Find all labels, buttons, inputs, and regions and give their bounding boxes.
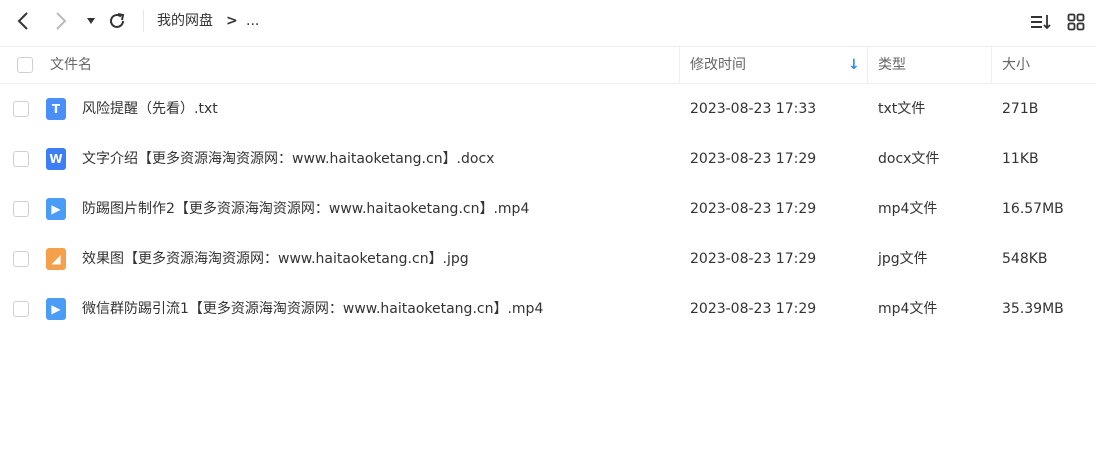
- grid-view-icon: [1067, 13, 1085, 31]
- table-row[interactable]: ◢ 效果图【更多资源海淘资源网：www.haitaoketang.cn】.jpg 2…: [0, 234, 1096, 284]
- file-name[interactable]: 效果图【更多资源海淘资源网：www.haitaoketang.cn】.jpg: [82, 234, 469, 284]
- column-divider: [679, 47, 680, 83]
- modified-time: 2023-08-23 17:29: [690, 151, 817, 167]
- file-type: mp4文件: [878, 201, 938, 217]
- column-divider: [991, 47, 992, 83]
- toolbar-divider: [143, 10, 144, 32]
- breadcrumb-root[interactable]: 我的网盘: [157, 10, 213, 32]
- file-type: jpg文件: [878, 251, 928, 267]
- caret-down-icon: [87, 18, 95, 24]
- column-header-modified[interactable]: 修改时间: [690, 47, 746, 83]
- modified-time: 2023-08-23 17:33: [690, 101, 817, 117]
- sort-list-icon: [1031, 15, 1051, 30]
- select-all-checkbox[interactable]: [17, 57, 33, 73]
- history-dropdown-button[interactable]: [84, 12, 98, 30]
- row-checkbox[interactable]: [13, 151, 29, 167]
- modified-time: 2023-08-23 17:29: [690, 201, 817, 217]
- table-row[interactable]: ▶ 防踢图片制作2【更多资源海淘资源网：www.haitaoketang.cn】.…: [0, 184, 1096, 234]
- txt-file-icon: T: [46, 98, 66, 120]
- forward-button[interactable]: [50, 10, 72, 32]
- row-checkbox[interactable]: [13, 201, 29, 217]
- modified-time: 2023-08-23 17:29: [690, 301, 817, 317]
- file-size: 548KB: [1002, 251, 1048, 267]
- refresh-button[interactable]: [106, 10, 128, 32]
- word-file-icon: W: [46, 148, 66, 170]
- toolbar: 我的网盘 > ...: [0, 0, 1096, 44]
- back-button[interactable]: [12, 10, 34, 32]
- refresh-icon: [110, 13, 125, 28]
- grid-view-button[interactable]: [1066, 12, 1086, 32]
- breadcrumb-ellipsis[interactable]: ...: [246, 10, 259, 32]
- file-name[interactable]: 防踢图片制作2【更多资源海淘资源网：www.haitaoketang.cn】.m…: [82, 184, 529, 234]
- sort-button[interactable]: [1030, 12, 1052, 32]
- image-file-icon: ◢: [46, 248, 66, 270]
- table-row[interactable]: ▶ 微信群防踢引流1【更多资源海淘资源网：www.haitaoketang.cn】…: [0, 284, 1096, 334]
- row-checkbox[interactable]: [13, 251, 29, 267]
- file-size: 11KB: [1002, 151, 1039, 167]
- file-size: 16.57MB: [1002, 201, 1064, 217]
- file-size: 35.39MB: [1002, 301, 1064, 317]
- breadcrumb-separator: >: [226, 13, 238, 29]
- column-divider: [867, 47, 868, 83]
- row-checkbox[interactable]: [13, 301, 29, 317]
- file-type: txt文件: [878, 101, 926, 117]
- column-header-size[interactable]: 大小: [1002, 47, 1030, 83]
- file-type: docx文件: [878, 151, 940, 167]
- column-header-type[interactable]: 类型: [878, 47, 906, 83]
- sort-indicator-icon: ↓: [848, 57, 860, 73]
- video-file-icon: ▶: [46, 198, 66, 220]
- table-row[interactable]: T 风险提醒（先看）.txt 2023-08-23 17:33 txt文件 271B: [0, 84, 1096, 134]
- file-size: 271B: [1002, 101, 1039, 117]
- table-header: 文件名 修改时间 ↓ 类型 大小: [0, 46, 1096, 84]
- file-type: mp4文件: [878, 301, 938, 317]
- row-checkbox[interactable]: [13, 101, 29, 117]
- table-row[interactable]: W 文字介绍【更多资源海淘资源网：www.haitaoketang.cn】.doc…: [0, 134, 1096, 184]
- file-name[interactable]: 文字介绍【更多资源海淘资源网：www.haitaoketang.cn】.docx: [82, 134, 494, 184]
- modified-time: 2023-08-23 17:29: [690, 251, 817, 267]
- file-name[interactable]: 微信群防踢引流1【更多资源海淘资源网：www.haitaoketang.cn】.…: [82, 284, 543, 334]
- chevron-right-icon: [56, 12, 67, 30]
- file-name[interactable]: 风险提醒（先看）.txt: [82, 84, 218, 134]
- chevron-left-icon: [17, 12, 28, 30]
- video-file-icon: ▶: [46, 298, 66, 320]
- column-header-name[interactable]: 文件名: [50, 47, 92, 83]
